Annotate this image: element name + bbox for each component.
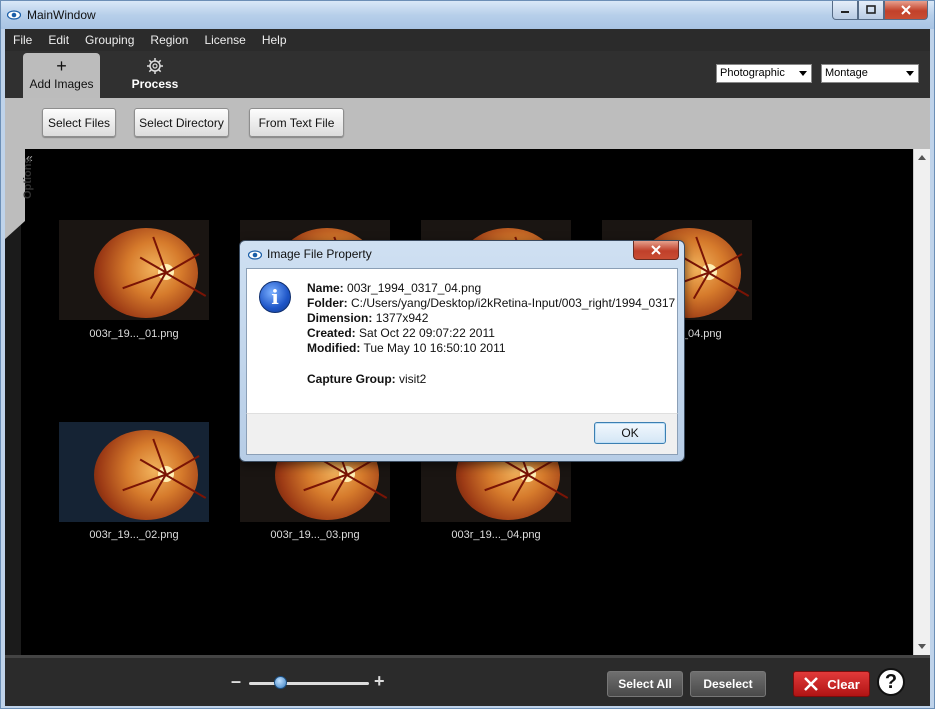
thumbnail-image[interactable] (59, 422, 209, 522)
clear-x-icon (804, 677, 819, 691)
tab-add-images-label: Add Images (29, 77, 94, 91)
thumbnail-label: 003r_19..._04.png (451, 529, 541, 541)
image-file-property-dialog: Image File Property i Name: 003r_1994_03… (239, 240, 685, 462)
mode-select-value: Photographic (720, 67, 785, 79)
property-value: 003r_1994_0317_04.png (347, 281, 482, 295)
property-label: Capture Group: (307, 372, 396, 386)
close-window-button[interactable] (884, 1, 928, 20)
thumbnail-image[interactable] (59, 220, 209, 320)
select-all-button[interactable]: Select All (607, 671, 683, 697)
property-dimension: Dimension: 1377x942 (307, 311, 428, 325)
close-icon (651, 245, 661, 255)
menu-edit[interactable]: Edit (40, 33, 77, 47)
property-value: Tue May 10 16:50:10 2011 (363, 341, 506, 355)
property-value: visit2 (399, 372, 427, 386)
deselect-button[interactable]: Deselect (690, 671, 766, 697)
property-folder: Folder: C:/Users/yang/Desktop/i2kRetina-… (307, 296, 675, 310)
thumbnail-label: 003r_19..._03.png (270, 529, 360, 541)
retina-image (94, 228, 206, 318)
ok-button[interactable]: OK (594, 422, 666, 444)
minimize-icon (841, 11, 849, 13)
thumbnail-label: 003r_19..._01.png (89, 328, 179, 340)
chevron-down-icon (906, 71, 914, 76)
retina-vessel (708, 272, 749, 297)
property-modified: Modified: Tue May 10 16:50:10 2011 (307, 341, 506, 355)
zoom-out-button[interactable]: – (231, 671, 241, 692)
tab-process[interactable]: Process (110, 53, 200, 98)
add-images-panel: Select Files Select Directory From Text … (5, 98, 930, 149)
retina-vessel (165, 253, 200, 274)
property-value: C:/Users/yang/Desktop/i2kRetina-Input/00… (351, 296, 676, 310)
zoom-slider-handle[interactable] (274, 676, 288, 689)
app-eye-icon (7, 10, 21, 20)
dialog-close-button[interactable] (633, 241, 679, 260)
window-titlebar[interactable]: MainWindow (1, 1, 934, 29)
help-button[interactable]: ? (877, 668, 905, 696)
zoom-in-button[interactable]: + (374, 671, 385, 692)
menu-license[interactable]: License (196, 33, 253, 47)
vertical-scrollbar[interactable] (913, 149, 930, 655)
gear-icon (147, 58, 163, 74)
dialog-footer: OK (246, 413, 678, 455)
select-directory-button[interactable]: Select Directory (134, 108, 229, 137)
clear-button[interactable]: Clear (793, 671, 870, 697)
menu-region[interactable]: Region (142, 33, 196, 47)
thumbnail-label: 003r_19..._02.png (89, 529, 179, 541)
retina-vessel (165, 272, 206, 297)
bottom-bar: – + Select All Deselect Clear ? (5, 655, 930, 706)
menu-grouping[interactable]: Grouping (77, 33, 142, 47)
property-label: Dimension: (307, 311, 373, 325)
property-label: Modified: (307, 341, 361, 355)
minimize-button[interactable] (832, 1, 858, 20)
menu-bar: File Edit Grouping Region License Help (5, 29, 930, 51)
close-icon (901, 5, 911, 15)
property-label: Created: (307, 326, 356, 340)
dialog-title: Image File Property (267, 247, 372, 261)
info-icon: i (259, 281, 291, 313)
property-created: Created: Sat Oct 22 09:07:22 2011 (307, 326, 495, 340)
retina-image (94, 430, 206, 520)
maximize-button[interactable] (858, 1, 884, 20)
retina-vessel (165, 455, 200, 476)
property-name: Name: 003r_1994_0317_04.png (307, 281, 481, 295)
scroll-down-icon[interactable] (918, 644, 926, 649)
property-value: Sat Oct 22 09:07:22 2011 (359, 326, 495, 340)
layout-select[interactable]: Montage (821, 64, 919, 83)
mode-select[interactable]: Photographic (716, 64, 812, 83)
retina-vessel (708, 253, 743, 274)
property-label: Folder: (307, 296, 348, 310)
select-files-button[interactable]: Select Files (42, 108, 116, 137)
menu-file[interactable]: File (5, 33, 40, 47)
tab-process-label: Process (131, 77, 179, 91)
toolbar: + Add Images Process Photographic Montag… (5, 51, 930, 98)
window-title: MainWindow (27, 8, 96, 22)
options-label: Options (22, 157, 34, 199)
chevron-down-icon (799, 71, 807, 76)
from-text-file-button[interactable]: From Text File (249, 108, 344, 137)
zoom-slider[interactable] (249, 682, 369, 685)
window-controls (832, 1, 928, 20)
maximize-icon (866, 5, 876, 14)
property-value: 1377x942 (375, 311, 429, 325)
plus-icon: + (56, 56, 67, 76)
app-eye-icon (248, 250, 262, 260)
property-label: Name: (307, 281, 344, 295)
layout-select-value: Montage (825, 67, 868, 79)
main-window: MainWindow File Edit Grouping Region Lic… (0, 0, 935, 709)
tab-add-images[interactable]: + Add Images (23, 53, 100, 98)
property-capture-group: Capture Group: visit2 (307, 372, 426, 386)
dialog-body: i Name: 003r_1994_0317_04.png Folder: C:… (246, 268, 678, 413)
retina-vessel (527, 474, 568, 499)
scroll-up-icon[interactable] (918, 155, 926, 160)
retina-vessel (165, 474, 206, 499)
menu-help[interactable]: Help (254, 33, 295, 47)
clear-button-label: Clear (827, 676, 860, 692)
retina-vessel (346, 474, 387, 499)
